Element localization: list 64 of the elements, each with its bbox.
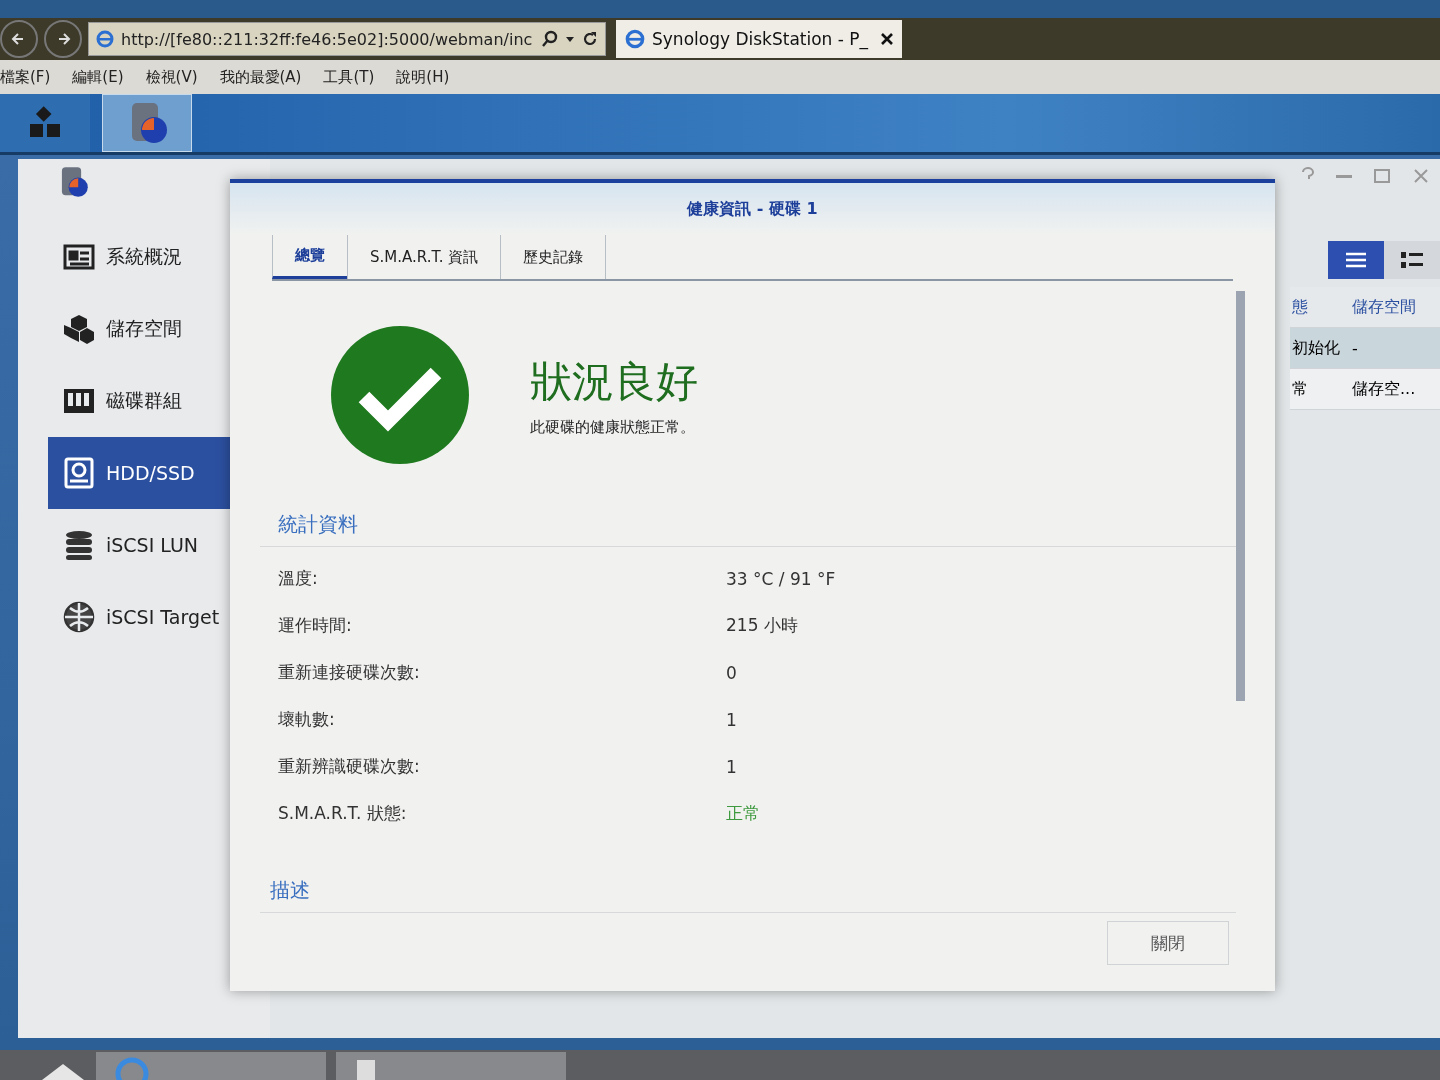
stat-label: 重新連接硬碟次數: xyxy=(277,661,421,684)
maximize-icon xyxy=(1372,167,1392,185)
minimize-icon xyxy=(1336,175,1352,178)
detail-view-button[interactable] xyxy=(1384,241,1440,279)
menu-item[interactable]: 檢視(V) xyxy=(145,67,198,87)
cubes-icon xyxy=(62,312,96,346)
refresh-icon[interactable] xyxy=(581,30,599,48)
stat-label: 運作時間: xyxy=(277,614,353,637)
list-view-button[interactable] xyxy=(1328,241,1384,279)
back-button[interactable] xyxy=(0,20,38,58)
main-menu-button[interactable] xyxy=(0,94,90,152)
scrollbar[interactable] xyxy=(1236,291,1245,701)
table-row[interactable]: 初始化 - xyxy=(1290,328,1440,369)
dialog-title: 健康資訊 - 硬碟 1 xyxy=(230,183,1275,235)
address-text: http://[fe80::211:32ff:fe46:5e02]:5000/webman/inc xyxy=(121,29,534,49)
sidebar-item[interactable]: 儲存空間 xyxy=(48,293,270,365)
column-header[interactable]: 儲存空間 xyxy=(1352,296,1440,318)
close-icon xyxy=(1412,167,1430,185)
stat-value: 33 °C / 91 °F xyxy=(726,568,836,589)
status-headline: 狀況良好 xyxy=(530,355,698,408)
check-icon xyxy=(330,325,470,465)
stat-label: 溫度: xyxy=(277,567,319,590)
section-heading: 統計資料 xyxy=(260,465,1236,547)
start-button[interactable] xyxy=(40,1062,86,1080)
dropdown-icon[interactable] xyxy=(565,34,575,44)
stat-value: 1 xyxy=(726,709,737,730)
tab[interactable]: S.M.A.R.T. 資訊 xyxy=(347,235,502,279)
stat-label: S.M.A.R.T. 狀態: xyxy=(277,802,408,825)
stat-label: 壞軌數: xyxy=(277,708,336,731)
tab-title: Synology DiskStation - P_ xyxy=(652,29,870,49)
column-header[interactable]: 態 xyxy=(1290,296,1352,318)
tab[interactable]: 歷史記錄 xyxy=(500,235,607,279)
sidebar-item[interactable]: 磁碟群組 xyxy=(48,365,270,437)
menu-item[interactable]: 我的最愛(A) xyxy=(219,67,302,87)
forward-button[interactable] xyxy=(44,20,82,58)
status-message: 此硬碟的健康狀態正常。 xyxy=(530,417,696,437)
stat-value: 215 小時 xyxy=(726,614,798,637)
close-icon[interactable] xyxy=(880,32,894,46)
tab[interactable]: 總覽 xyxy=(272,235,348,279)
menu-item[interactable]: 工具(T) xyxy=(323,67,375,87)
stat-value: 正常 xyxy=(726,802,760,825)
menu-item[interactable]: 檔案(F) xyxy=(0,67,51,87)
address-bar[interactable]: http://[fe80::211:32ff:fe46:5e02]:5000/webman/inc xyxy=(88,22,606,56)
menu-item[interactable]: 編輯(E) xyxy=(72,67,124,87)
storage-app-button[interactable] xyxy=(102,94,192,152)
list-icon xyxy=(1344,250,1368,270)
sidebar-item[interactable]: iSCSI Target xyxy=(48,581,270,653)
stat-value: 0 xyxy=(726,662,737,683)
taskbar-button[interactable] xyxy=(336,1052,566,1080)
table-cell-text: 初始化 xyxy=(1291,337,1341,359)
main-menu-icon xyxy=(28,106,62,140)
table-cell-text: 常 xyxy=(1291,378,1309,400)
table-row[interactable]: 常 儲存空... xyxy=(1290,369,1440,410)
search-icon[interactable] xyxy=(541,30,559,48)
section-heading: 描述 xyxy=(260,837,1236,913)
globe-icon xyxy=(62,600,96,634)
browser-tab[interactable]: Synology DiskStation - P_ xyxy=(616,20,902,58)
table-cell-text: - xyxy=(1352,338,1359,358)
menu-item[interactable]: 說明(H) xyxy=(396,67,450,87)
close-button[interactable]: 關閉 xyxy=(1107,921,1229,965)
stat-label: 重新辨識硬碟次數: xyxy=(277,755,421,778)
detail-list-icon xyxy=(1400,250,1424,270)
stat-value: 1 xyxy=(726,756,737,777)
table-cell-text: 儲存空... xyxy=(1352,378,1417,400)
